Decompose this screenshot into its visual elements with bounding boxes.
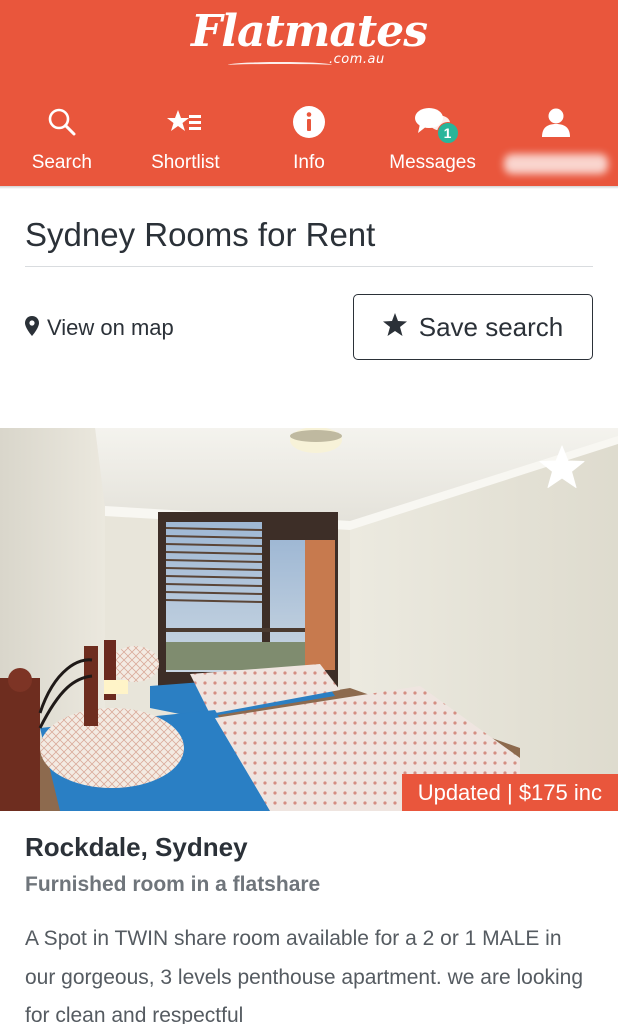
listing-type: Furnished room in a flatshare [25,873,321,896]
view-on-map-label: View on map [47,315,174,340]
shortlist-star-icon [165,102,205,142]
nav-label-info: Info [293,152,325,173]
unread-count-badge: 1 [436,122,459,144]
page-title: Sydney Rooms for Rent [25,216,376,253]
save-search-button[interactable]: Save search [353,294,593,360]
search-icon [42,102,82,142]
nav-item-messages[interactable]: 1 Messages [371,96,495,186]
map-pin-icon [25,315,39,341]
user-icon [536,102,576,142]
title-divider [25,266,593,267]
price-tag: Updated | $175 inc [401,774,618,811]
nav-item-search[interactable]: Search [0,96,124,186]
nav-item-account[interactable] [494,96,618,186]
nav-item-shortlist[interactable]: Shortlist [124,96,248,186]
save-search-label: Save search [418,311,564,342]
account-name-blurred [504,154,609,174]
app-header: Flatmates .com.au Search Shortlist Info … [0,0,618,189]
nav-label-shortlist: Shortlist [151,152,220,173]
nav-label-messages: Messages [389,152,476,173]
view-on-map-link[interactable]: View on map [25,313,174,343]
listing-photo[interactable]: Updated | $175 inc [0,428,618,811]
chat-bubbles-icon: 1 [413,102,459,144]
main-nav: Search Shortlist Info 1 Messages [0,96,618,186]
logo-text: Flatmates [191,6,428,57]
star-outline-icon[interactable] [538,444,586,495]
flatmates-logo[interactable]: Flatmates [0,6,618,58]
nav-label-search: Search [31,152,92,173]
bedroom-photo [0,428,618,811]
listing-description: A Spot in TWIN share room available for … [25,927,584,1024]
logo-domain: .com.au [329,52,385,67]
star-icon [382,313,407,341]
listing-location[interactable]: Rockdale, Sydney [25,830,248,864]
info-icon [289,102,329,142]
nav-item-info[interactable]: Info [247,96,371,186]
logo-swoosh [228,62,332,68]
